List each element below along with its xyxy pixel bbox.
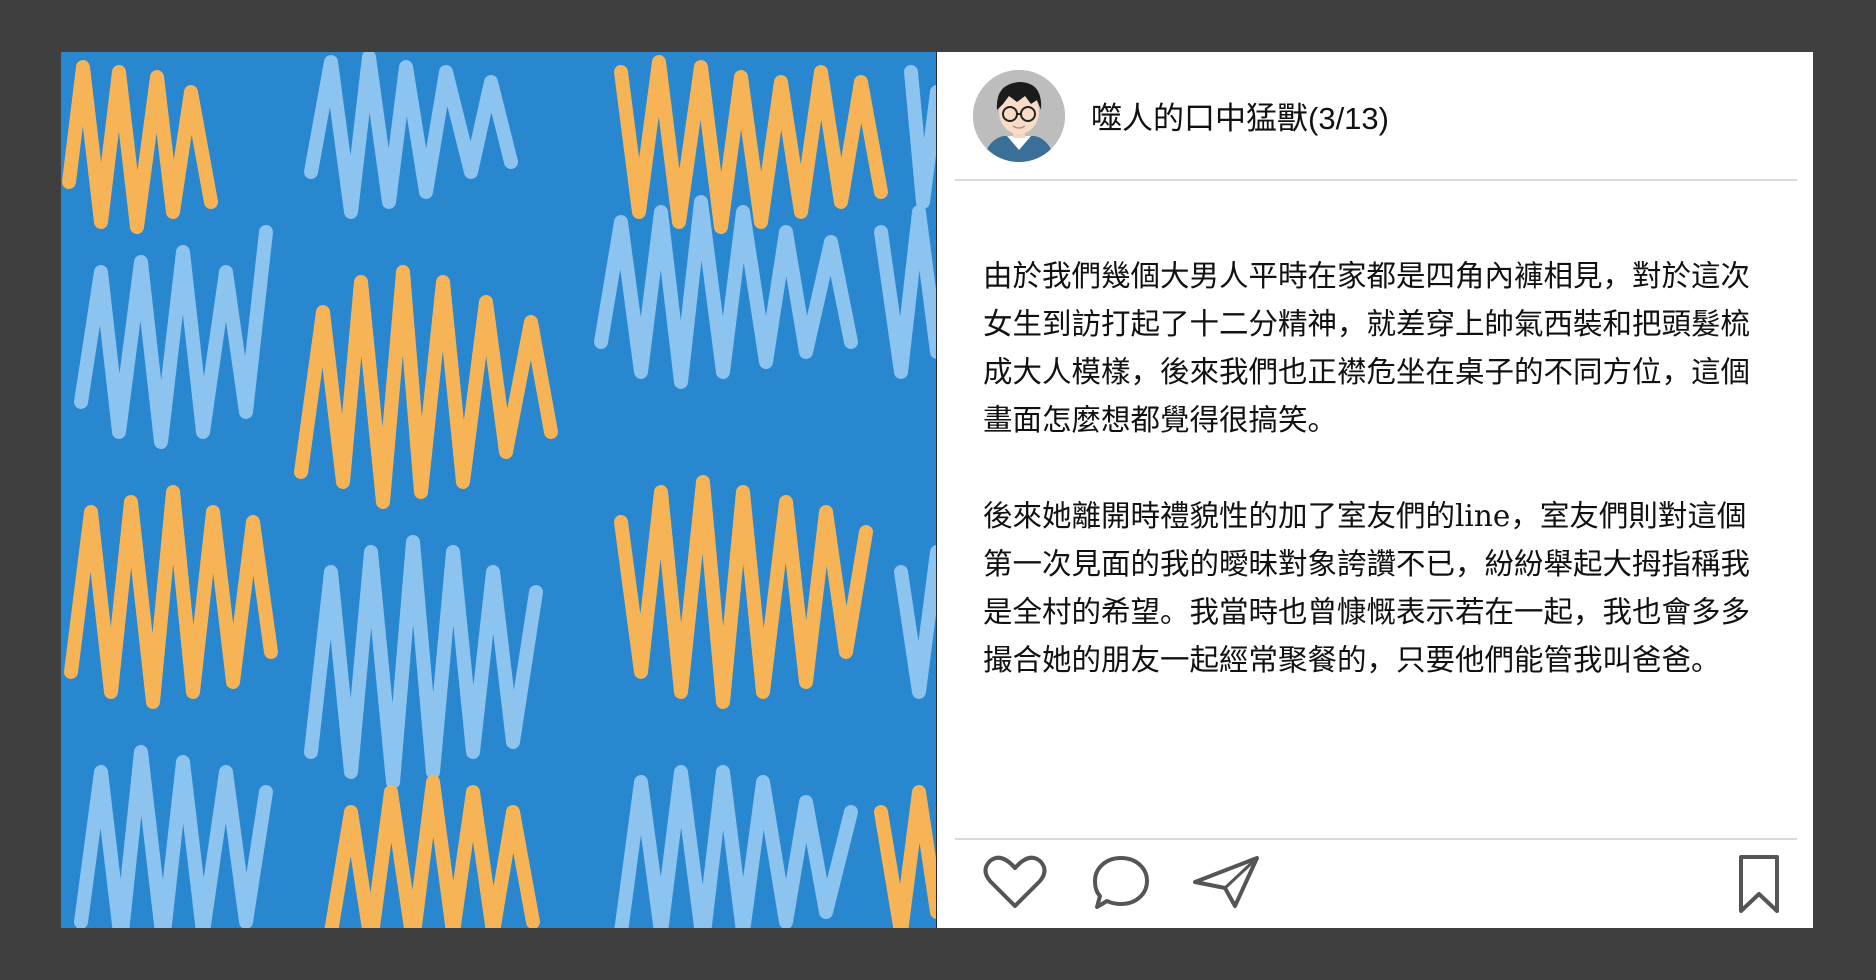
bookmark-icon[interactable] — [1737, 854, 1781, 914]
post-card: 噬人的口中猛獸(3/13) 由於我們幾個大男人平時在家都是四角內褲相見，對於這次… — [61, 52, 1813, 928]
post-caption: 由於我們幾個大男人平時在家都是四角內褲相見，對於這次女生到訪打起了十二分精神，就… — [983, 252, 1753, 732]
post-image — [61, 52, 937, 928]
scribble-pattern — [61, 52, 936, 928]
share-icon[interactable] — [1191, 854, 1263, 910]
heart-icon[interactable] — [983, 854, 1047, 910]
post-header: 噬人的口中猛獸(3/13) — [955, 52, 1797, 181]
caption-paragraph-1: 由於我們幾個大男人平時在家都是四角內褲相見，對於這次女生到訪打起了十二分精神，就… — [983, 259, 1751, 437]
post-panel: 噬人的口中猛獸(3/13) 由於我們幾個大男人平時在家都是四角內褲相見，對於這次… — [937, 52, 1813, 928]
action-bar — [955, 838, 1797, 928]
username[interactable]: 噬人的口中猛獸(3/13) — [1091, 93, 1389, 138]
comment-icon[interactable] — [1089, 854, 1153, 910]
avatar[interactable] — [973, 69, 1065, 162]
caption-paragraph-2: 後來她離開時禮貌性的加了室友們的line，室友們則對這個第一次見面的我的曖昧對象… — [983, 499, 1751, 677]
